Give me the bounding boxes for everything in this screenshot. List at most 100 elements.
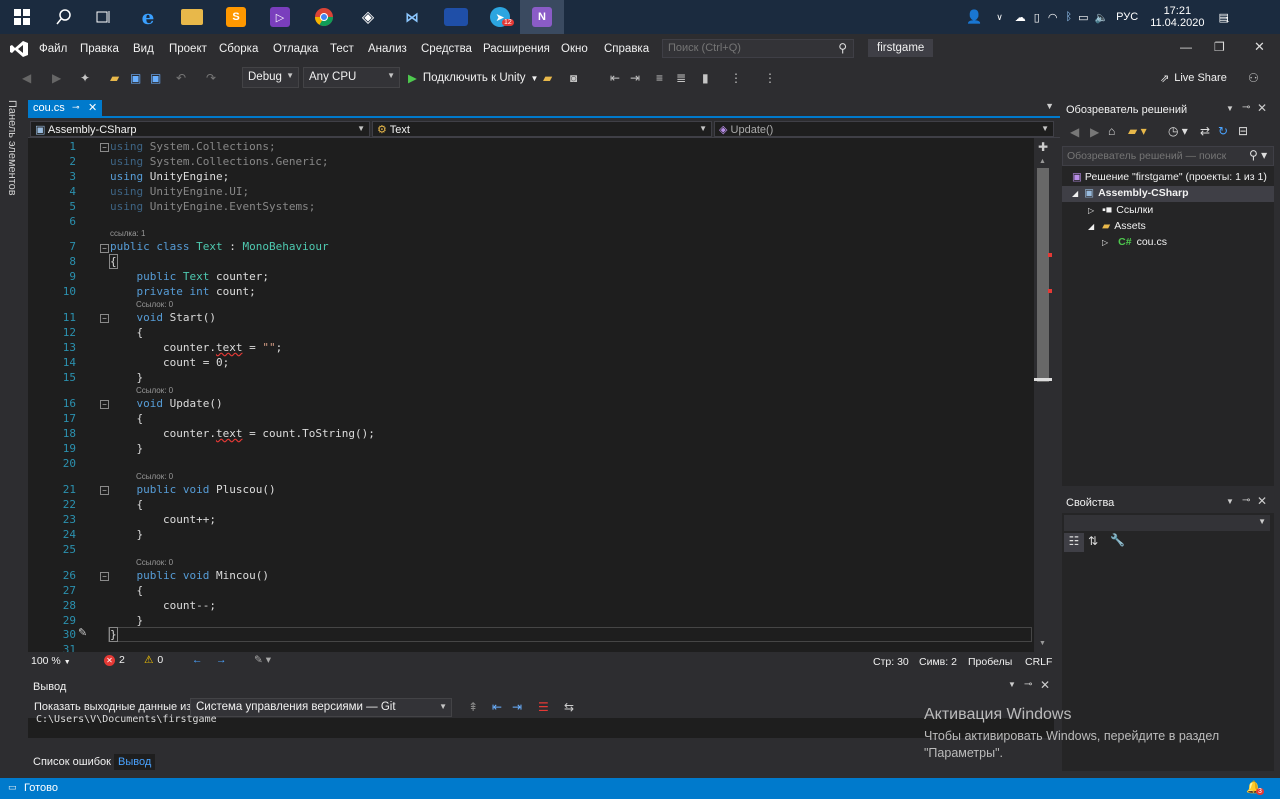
dropdown-icon[interactable]: ▼ — [1226, 104, 1234, 113]
menu-window[interactable]: Окно — [561, 43, 588, 55]
unity-icon[interactable]: ◈ — [346, 0, 390, 34]
volume-icon[interactable]: 🔈 — [1094, 11, 1108, 24]
config-select[interactable]: Debug ▼ — [242, 67, 299, 88]
uncomment-icon[interactable]: ≣ — [676, 68, 686, 88]
menu-test[interactable]: Тест — [330, 43, 354, 55]
tree-file-cou[interactable]: ▷ C# cou.cs — [1102, 236, 1167, 248]
menu-edit[interactable]: Правка — [80, 43, 119, 55]
image-app-icon[interactable] — [434, 0, 478, 34]
history-icon[interactable]: ◷ ▾ — [1168, 124, 1188, 138]
menu-analyze[interactable]: Анализ — [368, 43, 407, 55]
properties-object-select[interactable]: ▼ — [1064, 515, 1270, 531]
zoom-select[interactable]: 100 % ▼ — [31, 655, 71, 667]
menu-tools[interactable]: Средства — [421, 43, 472, 55]
step-over-icon[interactable]: ⇥ — [630, 68, 640, 88]
solution-explorer-search[interactable]: ⚲ ▾ — [1062, 146, 1274, 166]
tree-references[interactable]: ▷ ▪■ Ссылки — [1088, 204, 1153, 216]
tree-assets[interactable]: ◢ ▰ Assets — [1088, 220, 1146, 232]
menu-debug[interactable]: Отладка — [273, 43, 318, 55]
nav-back-icon[interactable]: ← — [192, 654, 203, 666]
menu-help[interactable]: Справка — [604, 43, 649, 55]
eol-indicator[interactable]: CRLF — [1025, 656, 1052, 668]
save-icon[interactable]: ▣ — [130, 68, 141, 88]
tab-dropdown-icon[interactable]: ▼ — [1045, 101, 1054, 111]
tab-cou-cs[interactable]: cou.cs ⊸ ✕ — [28, 100, 102, 118]
search-icon[interactable] — [42, 0, 86, 34]
step-icon[interactable]: ⇤ — [610, 68, 620, 88]
language-indicator[interactable]: РУС — [1116, 11, 1138, 23]
close-icon[interactable]: ✕ — [1040, 678, 1050, 692]
people-icon[interactable]: 👤 — [966, 9, 982, 25]
warnings-indicator[interactable]: ⚠ 0 — [144, 654, 163, 666]
toolbox-tab[interactable]: Панель элементов — [6, 100, 18, 196]
visual-studio-code-icon[interactable]: ⋈ — [390, 0, 434, 34]
undo-icon[interactable]: ↶ — [176, 68, 186, 88]
attach-unity-button[interactable]: ▶ Подключить к Unity ▼ — [408, 68, 538, 88]
nav-member-select[interactable]: ◈ Update() ▼ — [714, 121, 1054, 137]
tab-error-list[interactable]: Список ошибок — [33, 756, 111, 768]
close-icon[interactable]: ✕ — [1254, 39, 1265, 55]
prev-message-icon[interactable]: ⇤ — [492, 700, 502, 714]
fold-toggle[interactable]: − — [100, 572, 109, 581]
visual-studio-icon[interactable]: ▷ — [258, 0, 302, 34]
back-icon[interactable]: ◀ — [1070, 125, 1079, 139]
solution-search-input[interactable] — [1063, 147, 1233, 165]
scroll-thumb[interactable] — [1037, 168, 1049, 382]
pin-icon[interactable]: ⊸ — [1024, 679, 1032, 690]
close-icon[interactable]: ✕ — [1257, 494, 1267, 508]
search-icon[interactable]: ⚲ — [838, 41, 847, 55]
pin-icon[interactable]: ⊸ — [72, 102, 80, 113]
file-explorer-icon[interactable] — [170, 0, 214, 34]
nav-class-select[interactable]: ⚙ Text ▼ — [372, 121, 712, 137]
platform-select[interactable]: Any CPU ▼ — [303, 67, 400, 88]
output-body[interactable]: C:\Users\V\Documents\firstgame — [28, 714, 1054, 738]
alphabetical-icon[interactable]: ⇅ — [1088, 534, 1098, 548]
quick-launch[interactable]: ⚲ — [662, 39, 854, 58]
cloud-icon[interactable]: ☁ — [1015, 11, 1026, 24]
tree-project[interactable]: ◢ ▣ Assembly-CSharp — [1062, 186, 1274, 202]
edge-icon[interactable]: e — [126, 0, 170, 34]
home-icon[interactable]: ⌂ — [1108, 124, 1115, 138]
menu-build[interactable]: Сборка — [219, 43, 258, 55]
network-icon[interactable]: ▭ — [1078, 11, 1088, 24]
wifi-icon[interactable]: ◠ — [1048, 11, 1058, 24]
collapse-all-icon[interactable]: ⊟ — [1238, 124, 1248, 138]
close-icon[interactable]: ✕ — [1257, 101, 1267, 115]
codelens-references[interactable]: Ссылок: 0 — [136, 386, 173, 395]
unity-tool-icon[interactable]: ▰ — [543, 68, 552, 88]
open-icon[interactable]: ▰ — [110, 68, 119, 88]
find-message-icon[interactable]: ⇞ — [468, 700, 478, 714]
line-indicator[interactable]: Стр: 30 — [873, 656, 909, 668]
tab-output[interactable]: Вывод — [114, 754, 156, 770]
fold-toggle[interactable]: − — [100, 244, 109, 253]
split-icon[interactable]: ✚ — [1038, 140, 1048, 154]
codelens-references[interactable]: Ссылок: 0 — [136, 300, 173, 309]
forward-icon[interactable]: ▶ — [52, 68, 61, 88]
fold-toggle[interactable]: − — [100, 400, 109, 409]
menu-view[interactable]: Вид — [133, 43, 154, 55]
errors-indicator[interactable]: ✕ 2 — [104, 654, 125, 666]
scroll-down-icon[interactable]: ▼ — [1039, 640, 1046, 647]
editor-vertical-scrollbar[interactable]: ✚ ▲ ▼ — [1034, 138, 1052, 652]
tree-solution[interactable]: ▣ Решение "firstgame" (проекты: 1 из 1) — [1072, 171, 1267, 183]
codelens-references[interactable]: ссылка: 1 — [110, 229, 145, 238]
fold-toggle[interactable]: − — [100, 486, 109, 495]
code-editor[interactable]: 1 2 3 4 5 6 7 8 9 10 11 12 13 14 15 16 17 18 19 20 21 22 23 24 2… — [28, 138, 1034, 652]
close-icon[interactable]: ✕ — [88, 101, 97, 114]
quick-launch-input[interactable] — [663, 40, 828, 56]
menu-extensions[interactable]: Расширения — [483, 43, 550, 55]
dropdown-icon[interactable]: ▼ — [1226, 497, 1234, 506]
codelens-references[interactable]: Ссылок: 0 — [136, 558, 173, 567]
nav-forward-icon[interactable]: → — [216, 654, 227, 666]
chevron-up-icon[interactable]: ∨ — [996, 12, 1003, 23]
live-share-button[interactable]: ⇗ Live Share — [1160, 68, 1227, 88]
save-all-icon[interactable]: ▣ — [150, 68, 161, 88]
bookmark-next-icon[interactable]: ⋮ — [764, 68, 776, 88]
telegram-icon[interactable]: ➤ 12 — [478, 0, 522, 34]
minimize-icon[interactable]: — — [1180, 40, 1192, 54]
categorized-icon[interactable]: ☷ — [1064, 533, 1084, 552]
visual-studio-active-icon[interactable]: N — [520, 0, 564, 34]
refresh-icon[interactable]: ↻ — [1218, 124, 1228, 138]
switch-views-icon[interactable]: ▰ ▾ — [1128, 124, 1147, 138]
indent-indicator[interactable]: Пробелы — [968, 656, 1012, 668]
